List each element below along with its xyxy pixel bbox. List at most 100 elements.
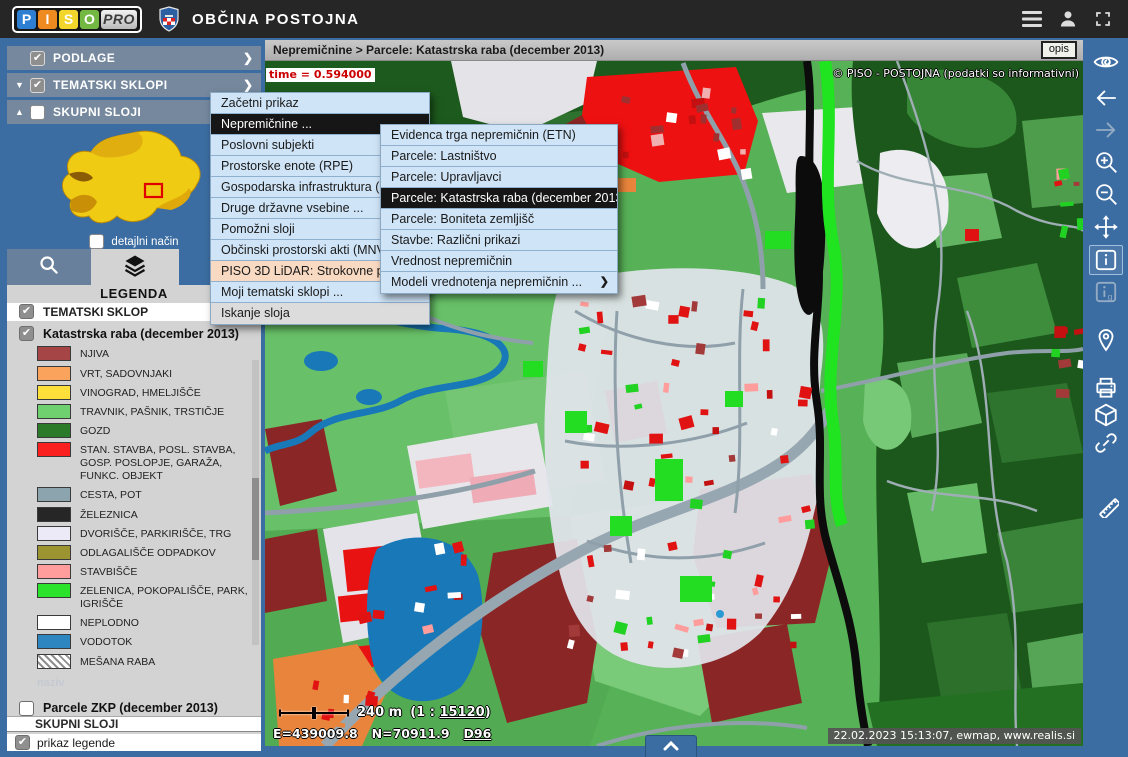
menu-item[interactable]: Parcele: Katastrska raba (december 2013) <box>381 188 617 209</box>
chevron-up-icon <box>663 738 679 756</box>
location-pin-button[interactable] <box>1089 325 1123 355</box>
legend-swatch <box>37 583 71 598</box>
menu-item[interactable]: Parcele: Boniteta zemljišč <box>381 209 617 230</box>
legend-item-label: CESTA, POT <box>80 487 142 502</box>
collapse-down-icon[interactable]: ▼ <box>15 80 30 90</box>
fullscreen-icon[interactable] <box>1094 10 1112 28</box>
legend-swatch <box>37 423 71 438</box>
legend-item: DVORIŠČE, PARKIRIŠČE, TRG <box>37 526 261 541</box>
tab-search[interactable] <box>7 249 91 285</box>
menu-item[interactable]: Začetni prikaz <box>211 93 429 114</box>
coord-e: E=439009.8 <box>273 726 358 741</box>
menu-item-label: Druge državne vsebine ... <box>221 198 363 219</box>
piso-pro-logo[interactable]: PISOPRO <box>12 6 142 33</box>
legend-item-label: ŽELEZNICA <box>80 507 138 522</box>
map-status-bar: 22.02.2023 15:13:07, ewmap, www.realis.s… <box>828 728 1081 744</box>
scale-bar: 240 m (1 : 15120) <box>279 705 491 720</box>
show-legend-checkbox[interactable] <box>15 735 30 750</box>
legend-swatch <box>37 654 71 669</box>
section-label: SKUPNI SLOJI <box>53 105 141 119</box>
scale-ratio: (1 : 15120) <box>410 705 490 720</box>
tab-layers[interactable] <box>91 249 179 285</box>
location-pin-icon <box>1093 327 1119 353</box>
opis-button[interactable]: opis <box>1041 41 1077 59</box>
cube-3d-button[interactable] <box>1089 400 1123 430</box>
link-button[interactable] <box>1089 428 1123 458</box>
legend-layer-checkbox[interactable] <box>19 326 34 341</box>
brand-tile-o: O <box>80 10 99 29</box>
section-checkbox[interactable] <box>30 105 45 120</box>
legend-item: VODOTOK <box>37 634 261 649</box>
coord-datum[interactable]: D96 <box>464 726 492 741</box>
legend-layer-label: Katastrska raba (december 2013) <box>43 327 239 341</box>
menu-item[interactable]: Evidenca trga nepremičnin (ETN) <box>381 125 617 146</box>
legend-scrollbar[interactable] <box>252 360 259 645</box>
arrow-right-button[interactable] <box>1089 115 1123 145</box>
section-checkbox[interactable] <box>30 51 45 66</box>
chevron-right-icon[interactable]: ❯ <box>243 78 253 92</box>
menu-item-label: Evidenca trga nepremičnin (ETN) <box>391 125 576 146</box>
user-icon[interactable] <box>1058 9 1078 29</box>
detail-mode-checkbox[interactable] <box>89 234 104 249</box>
legend-footer-group[interactable]: SKUPNI SLOJI <box>7 716 261 732</box>
map-toolbar: g <box>1083 38 1128 757</box>
municipality-crest-icon <box>158 6 180 32</box>
legend-layer-row[interactable]: Katastrska raba (december 2013) <box>7 324 261 343</box>
menu-item[interactable]: Vrednost nepremičnin <box>381 251 617 272</box>
legend-item: NEPLODNO <box>37 615 261 630</box>
chevron-right-icon[interactable]: ❯ <box>243 51 253 65</box>
eye-button[interactable] <box>1089 47 1123 77</box>
pan-button[interactable] <box>1089 212 1123 242</box>
layers-icon <box>123 253 147 282</box>
zoom-in-icon <box>1093 149 1119 175</box>
bottom-panel-expand-tab[interactable] <box>645 735 697 757</box>
menu-item-label: Poslovni subjekti <box>221 135 314 156</box>
arrow-left-button[interactable] <box>1089 83 1123 113</box>
menu-icon[interactable] <box>1022 11 1042 27</box>
zoom-in-button[interactable] <box>1089 147 1123 177</box>
legend-swatch <box>37 442 71 457</box>
legend-secondary-layer-row[interactable]: Parcele ZKP (december 2013) <box>7 701 261 716</box>
menu-item-label: Parcele: Katastrska raba (december 2013) <box>391 188 617 209</box>
legend-swatch <box>37 507 71 522</box>
legend-item-label: DVORIŠČE, PARKIRIŠČE, TRG <box>80 526 231 541</box>
sidebar-section-podlage[interactable]: PODLAGE ❯ <box>7 46 261 70</box>
detail-mode-label: detajlni način <box>111 236 178 248</box>
menu-item-label: Nepremičnine ... <box>221 114 312 135</box>
search-icon <box>38 254 60 281</box>
legend-scrollbar-thumb[interactable] <box>252 478 259 560</box>
menu-item[interactable]: Parcele: Lastništvo <box>381 146 617 167</box>
scale-ratio-value[interactable]: 15120 <box>439 705 484 720</box>
brand-tile-s: S <box>59 10 78 29</box>
print-button[interactable] <box>1089 373 1123 403</box>
legend-item: CESTA, POT <box>37 487 261 502</box>
menu-item[interactable]: Iskanje sloja <box>211 303 429 324</box>
menu-item[interactable]: Modeli vrednotenja nepremičnin ...❯ <box>381 272 617 293</box>
section-checkbox[interactable] <box>30 78 45 93</box>
ruler-button[interactable] <box>1089 490 1123 520</box>
legend-secondary-checkbox[interactable] <box>19 701 34 716</box>
identify-group-icon: g <box>1093 279 1119 305</box>
menu-item[interactable]: Stavbe: Različni prikazi <box>381 230 617 251</box>
legend-panel: LEGENDA TEMATSKI SKLOP Katastrska raba (… <box>7 285 261 751</box>
identify-button[interactable] <box>1089 245 1123 275</box>
legend-item: STAVBIŠČE <box>37 564 261 579</box>
identify-group-button[interactable]: g <box>1089 277 1123 307</box>
legend-item-label: TRAVNIK, PAŠNIK, TRSTIČJE <box>80 404 224 419</box>
zoom-out-button[interactable] <box>1089 179 1123 209</box>
legend-item: NJIVA <box>37 346 261 361</box>
arrow-right-icon <box>1093 117 1119 143</box>
nepremicnine-submenu: Evidenca trga nepremičnin (ETN)Parcele: … <box>380 124 618 294</box>
identify-icon <box>1093 247 1119 273</box>
menu-item-label: Parcele: Lastništvo <box>391 146 497 167</box>
show-legend-row[interactable]: prikaz legende <box>7 734 261 751</box>
legend-item-label: STAN. STAVBA, POSL. STAVBA, GOSP. POSLOP… <box>80 442 250 483</box>
map-copyright: © PISO - POSTOJNA (podatki so informativ… <box>832 67 1079 80</box>
legend-group-checkbox[interactable] <box>19 304 34 319</box>
menu-item[interactable]: Parcele: Upravljavci <box>381 167 617 188</box>
pan-icon <box>1093 214 1119 240</box>
collapse-up-icon[interactable]: ▲ <box>15 107 30 117</box>
legend-item: VRT, SADOVNJAKI <box>37 366 261 381</box>
section-label: PODLAGE <box>53 51 115 65</box>
menu-item-label: Moji tematski sklopi ... <box>221 282 343 303</box>
